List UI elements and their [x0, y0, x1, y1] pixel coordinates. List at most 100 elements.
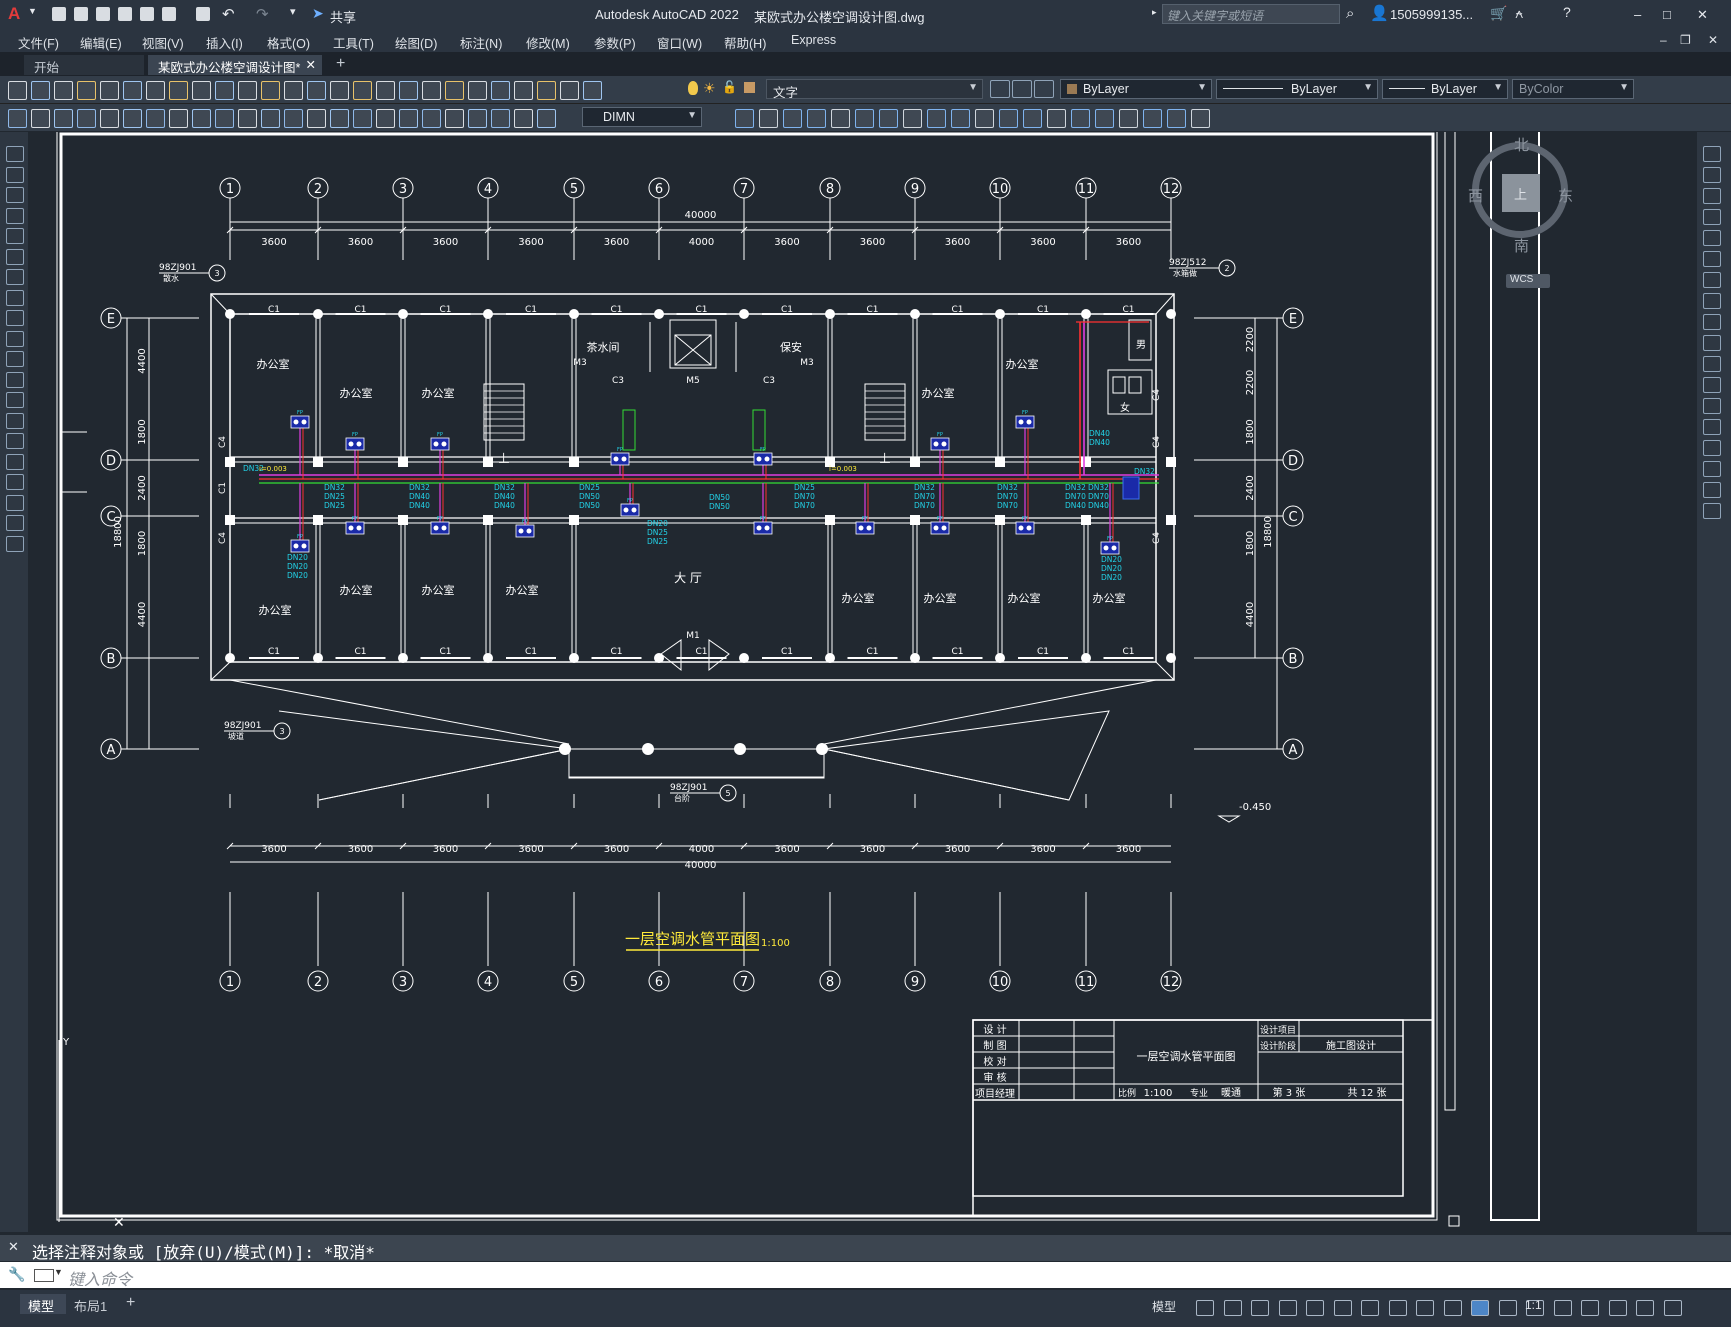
chevron-down-icon[interactable]: ▼	[54, 1267, 63, 1277]
dimension-tool-8-icon[interactable]	[169, 109, 188, 128]
draw-tool-17-icon[interactable]	[6, 474, 24, 490]
save-web-icon[interactable]	[162, 7, 176, 21]
dimension-tool-1-icon[interactable]	[8, 109, 27, 128]
status-toggle-14-icon[interactable]	[1553, 1300, 1572, 1316]
status-toggle-4-icon[interactable]	[1278, 1300, 1297, 1316]
tab-start[interactable]: 开始	[24, 55, 144, 75]
standard-tool-19-icon[interactable]	[422, 81, 441, 100]
dimension-tool-11-icon[interactable]	[238, 109, 257, 128]
tab-close-icon[interactable]: ✕	[306, 57, 316, 72]
modify-tool-2-icon[interactable]	[759, 109, 778, 128]
open-file-icon[interactable]	[74, 7, 88, 21]
new-file-icon[interactable]	[52, 7, 66, 21]
standard-tool-2-icon[interactable]	[31, 81, 50, 100]
draw-tool-1-icon[interactable]	[6, 146, 24, 162]
standard-tool-17-icon[interactable]	[376, 81, 395, 100]
modify-side-tool-4-icon[interactable]	[1703, 209, 1721, 225]
status-toggle-11-icon[interactable]	[1471, 1300, 1489, 1316]
status-toggle-17-icon[interactable]	[1636, 1300, 1654, 1316]
modify-side-tool-11-icon[interactable]	[1703, 356, 1721, 372]
make-current-layer-icon[interactable]	[990, 80, 1010, 98]
draw-tool-19-icon[interactable]	[6, 515, 24, 531]
modify-side-tool-14-icon[interactable]	[1703, 419, 1721, 435]
standard-tool-7-icon[interactable]	[146, 81, 165, 100]
draw-tool-12-icon[interactable]	[6, 371, 24, 388]
menu-dimension[interactable]: 标注(N)	[460, 33, 502, 52]
dimension-tool-16-icon[interactable]	[353, 109, 372, 128]
standard-tool-10-icon[interactable]	[215, 81, 234, 100]
standard-tool-26-icon[interactable]	[583, 81, 602, 100]
tab-layout1[interactable]: 布局1	[70, 1294, 118, 1314]
command-close-icon[interactable]: ✕	[8, 1239, 19, 1255]
standard-tool-23-icon[interactable]	[514, 81, 533, 100]
standard-tool-21-icon[interactable]	[468, 81, 487, 100]
save-icon[interactable]	[96, 7, 110, 21]
menu-draw[interactable]: 绘图(D)	[395, 33, 437, 52]
standard-tool-15-icon[interactable]	[330, 81, 349, 100]
close-button[interactable]: ✕	[1697, 7, 1708, 23]
wrench-icon[interactable]: 🔧	[8, 1266, 25, 1283]
draw-tool-7-icon[interactable]	[6, 269, 24, 285]
modify-tool-7-icon[interactable]	[879, 109, 898, 128]
modify-side-tool-6-icon[interactable]	[1703, 251, 1721, 267]
modify-side-tool-16-icon[interactable]	[1703, 461, 1721, 477]
dimension-tool-13-icon[interactable]	[284, 109, 303, 128]
status-toggle-2-icon[interactable]	[1223, 1300, 1242, 1316]
cart-icon[interactable]: 🛒	[1490, 5, 1507, 22]
status-toggle-12-icon[interactable]	[1498, 1300, 1517, 1316]
modify-tool-9-icon[interactable]	[927, 109, 946, 128]
menu-insert[interactable]: 插入(I)	[206, 33, 243, 52]
lineweight-dropdown[interactable]: ByLayer ▼	[1382, 79, 1508, 99]
doc-minimize-icon[interactable]: –	[1660, 33, 1667, 47]
model-space-button[interactable]: 模型	[1152, 1298, 1176, 1315]
maximize-button[interactable]: □	[1663, 7, 1671, 22]
modify-side-tool-8-icon[interactable]	[1703, 293, 1721, 309]
standard-tool-13-icon[interactable]	[284, 81, 303, 100]
layer-sun-icon[interactable]: ☀	[703, 80, 716, 97]
modify-tool-1-icon[interactable]	[735, 109, 754, 128]
modify-tool-18-icon[interactable]	[1143, 109, 1162, 128]
open-web-icon[interactable]	[140, 7, 154, 21]
modify-tool-17-icon[interactable]	[1119, 109, 1138, 128]
dimension-tool-5-icon[interactable]	[100, 109, 119, 128]
search-icon[interactable]: ⌕	[1346, 5, 1354, 22]
standard-tool-25-icon[interactable]	[560, 81, 579, 100]
doc-restore-icon[interactable]: ❐	[1680, 33, 1691, 47]
modify-tool-4-icon[interactable]	[807, 109, 826, 128]
viewcube-north[interactable]: 北	[1514, 134, 1529, 155]
dimension-tool-7-icon[interactable]	[146, 109, 165, 128]
status-toggle-16-icon[interactable]	[1608, 1300, 1627, 1316]
menu-tools[interactable]: 工具(T)	[333, 33, 374, 52]
modify-tool-3-icon[interactable]	[783, 109, 802, 128]
draw-tool-10-icon[interactable]	[6, 330, 24, 347]
modify-tool-11-icon[interactable]	[975, 109, 994, 128]
tab-drawing[interactable]: 某欧式办公楼空调设计图* ✕	[148, 55, 322, 75]
dimension-tool-2-icon[interactable]	[31, 109, 50, 128]
color-dropdown[interactable]: ByLayer ▼	[1060, 79, 1212, 99]
modify-tool-19-icon[interactable]	[1167, 109, 1186, 128]
undo-icon[interactable]: ↶	[222, 5, 235, 23]
draw-tool-14-icon[interactable]	[6, 412, 24, 429]
standard-tool-1-icon[interactable]	[8, 81, 27, 100]
standard-tool-18-icon[interactable]	[399, 81, 418, 100]
help-icon[interactable]: ?	[1563, 4, 1571, 20]
search-box[interactable]: 键入关键字或短语	[1162, 4, 1340, 24]
draw-tool-20-icon[interactable]	[6, 535, 24, 552]
viewcube-west[interactable]: 西	[1468, 185, 1483, 206]
draw-tool-13-icon[interactable]	[6, 392, 24, 408]
status-toggle-18-icon[interactable]	[1663, 1300, 1682, 1316]
redo-icon[interactable]: ↷	[256, 5, 269, 23]
dimension-tool-9-icon[interactable]	[192, 109, 211, 128]
modify-tool-14-icon[interactable]	[1047, 109, 1066, 128]
modify-tool-13-icon[interactable]	[1023, 109, 1042, 128]
dimension-tool-14-icon[interactable]	[307, 109, 326, 128]
status-toggle-5-icon[interactable]	[1306, 1300, 1324, 1316]
status-toggle-8-icon[interactable]	[1388, 1300, 1407, 1316]
modify-side-tool-5-icon[interactable]	[1703, 230, 1721, 246]
autocad-logo-icon[interactable]: A	[8, 4, 20, 24]
menu-parametric[interactable]: 参数(P)	[594, 33, 636, 52]
standard-tool-8-icon[interactable]	[169, 81, 188, 100]
modify-side-tool-12-icon[interactable]	[1703, 377, 1721, 393]
doc-close-icon[interactable]: ✕	[1708, 33, 1718, 47]
draw-tool-11-icon[interactable]	[6, 351, 24, 367]
